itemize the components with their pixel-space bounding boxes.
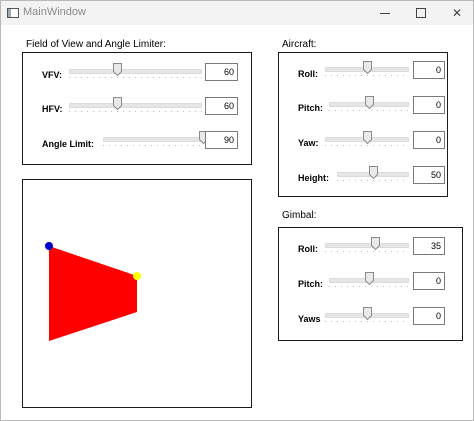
slider-thumb[interactable] [365, 96, 374, 109]
client-area: Field of View and Angle Limiter: VFV: 60… [1, 25, 473, 420]
projection-drawing [45, 242, 141, 341]
aircraft-height-slider[interactable] [337, 166, 409, 184]
slider-thumb[interactable] [363, 61, 372, 74]
aircraft-roll-value-input[interactable]: 0 [413, 61, 445, 79]
hfv-slider[interactable] [69, 97, 202, 115]
gimbal-group-title: Gimbal: [282, 210, 317, 221]
vfv-value-input[interactable]: 60 [205, 63, 238, 81]
window-title: MainWindow [23, 6, 86, 18]
hfv-label: HFV: [42, 104, 63, 114]
fov-groupbox: VFV: 60 HFV: 60 Angle Limit: 90 [22, 52, 252, 165]
slider-thumb[interactable] [365, 272, 374, 285]
main-window: MainWindow ✕ Field of View and Angle Lim… [0, 0, 474, 421]
aircraft-pitch-label: Pitch: [298, 103, 324, 113]
aircraft-pitch-slider[interactable] [329, 96, 409, 114]
gimbal-yaw-value-input[interactable]: 0 [413, 307, 445, 325]
gimbal-pitch-slider[interactable] [329, 272, 409, 290]
aircraft-yaw-value-input[interactable]: 0 [413, 131, 445, 149]
aircraft-pitch-value-input[interactable]: 0 [413, 96, 445, 114]
close-icon: ✕ [451, 6, 463, 20]
slider-thumb[interactable] [369, 166, 378, 179]
maximize-button[interactable] [403, 1, 439, 25]
aircraft-yaw-slider[interactable] [325, 131, 409, 149]
gimbal-pitch-value-input[interactable]: 0 [413, 272, 445, 290]
slider-thumb[interactable] [363, 307, 372, 320]
minimize-icon [380, 12, 390, 14]
aircraft-yaw-label: Yaw: [298, 138, 319, 148]
aircraft-height-value-input[interactable]: 50 [413, 166, 445, 184]
aircraft-group-title: Aircraft: [282, 39, 317, 50]
angle-limit-label: Angle Limit: [42, 139, 94, 149]
slider-ticks [325, 145, 409, 146]
close-button[interactable]: ✕ [439, 1, 474, 25]
slider-ticks [329, 110, 409, 111]
aircraft-roll-label: Roll: [298, 69, 318, 79]
slider-ticks [69, 77, 202, 78]
aircraft-roll-slider[interactable] [325, 61, 409, 79]
gimbal-pitch-label: Pitch: [298, 279, 324, 289]
gimbal-yaw-label: Yaws [298, 314, 321, 324]
vfv-slider[interactable] [69, 63, 202, 81]
slider-ticks [325, 321, 409, 322]
slider-ticks [69, 111, 202, 112]
slider-track [69, 103, 202, 108]
slider-ticks [337, 180, 409, 181]
slider-ticks [103, 145, 203, 146]
slider-track [325, 243, 409, 248]
angle-limit-value-input[interactable]: 90 [205, 131, 238, 149]
slider-thumb[interactable] [371, 237, 381, 250]
fov-projection-canvas [22, 179, 252, 408]
gimbal-roll-slider[interactable] [325, 237, 409, 255]
fov-group-title: Field of View and Angle Limiter: [26, 39, 166, 50]
slider-thumb[interactable] [112, 97, 122, 110]
slider-track [103, 137, 203, 142]
slider-thumb[interactable] [112, 63, 122, 76]
slider-ticks [325, 75, 409, 76]
footprint-corner-point [45, 242, 53, 250]
minimize-button[interactable] [367, 1, 403, 25]
gimbal-yaw-slider[interactable] [325, 307, 409, 325]
aircraft-groupbox: Roll: 0 Pitch: 0 Yaw: 0 Height: 50 [278, 52, 448, 197]
app-window-icon [7, 8, 19, 18]
vfv-label: VFV: [42, 70, 63, 80]
slider-ticks [329, 286, 409, 287]
angle-limit-slider[interactable] [103, 131, 208, 149]
footprint-side-point [133, 272, 141, 280]
aircraft-height-label: Height: [298, 173, 329, 183]
gimbal-roll-value-input[interactable]: 35 [413, 237, 445, 255]
fov-footprint-polygon [49, 246, 137, 341]
slider-track [69, 69, 202, 74]
gimbal-groupbox: Roll: 35 Pitch: 0 Yaws 0 [278, 227, 463, 341]
title-bar[interactable]: MainWindow ✕ [1, 1, 473, 25]
hfv-value-input[interactable]: 60 [205, 97, 238, 115]
gimbal-roll-label: Roll: [298, 244, 318, 254]
maximize-icon [416, 8, 426, 18]
slider-thumb[interactable] [363, 131, 372, 144]
slider-ticks [325, 251, 409, 252]
